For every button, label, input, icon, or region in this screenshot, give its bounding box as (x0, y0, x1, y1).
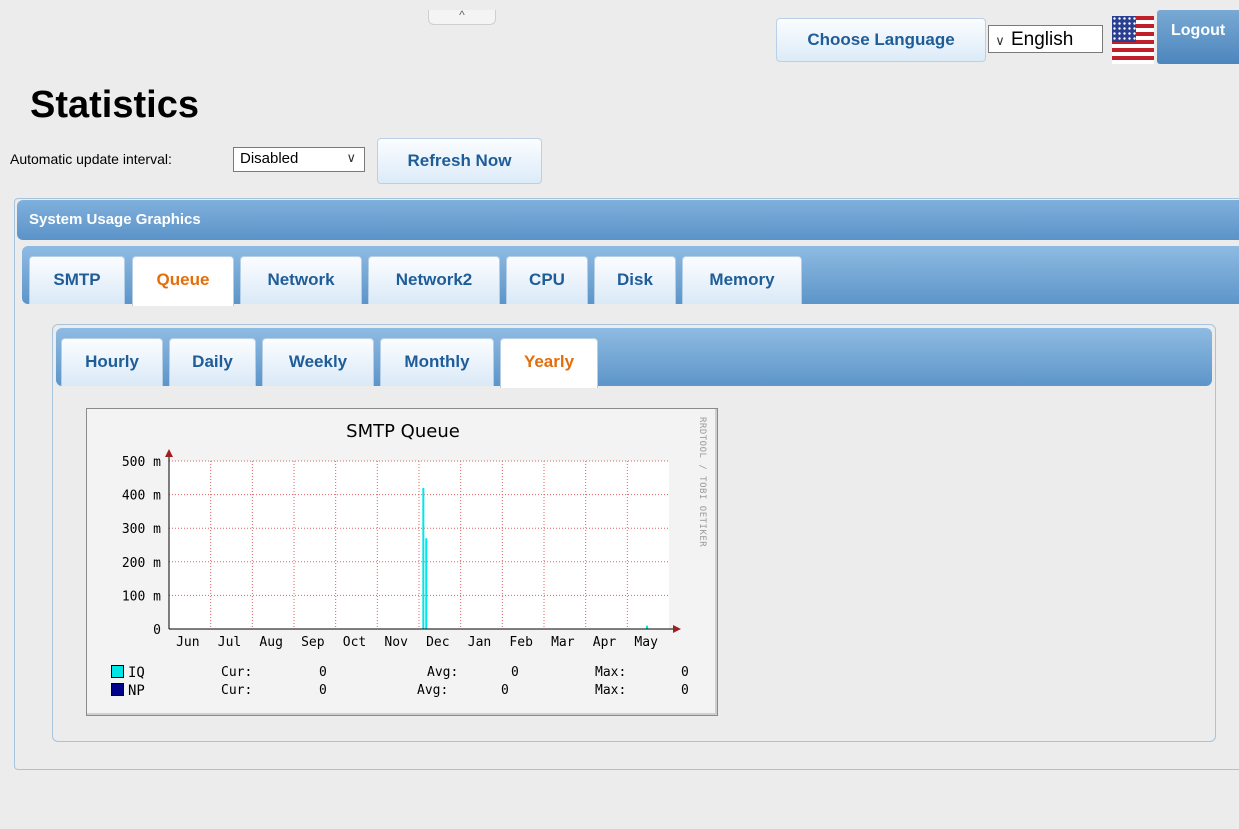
y-tick-label: 0 (153, 623, 161, 638)
category-tabbar: SMTP Queue Network Network2 CPU Disk Mem… (22, 246, 1239, 306)
legend-max-value: 0 (681, 683, 689, 698)
tab-weekly[interactable]: Weekly (262, 338, 374, 386)
interval-label: Automatic update interval: (10, 151, 172, 167)
x-tick-label: May (634, 635, 658, 650)
refresh-now-button[interactable]: Refresh Now (377, 138, 542, 184)
data-bar (422, 487, 425, 629)
tab-daily[interactable]: Daily (169, 338, 256, 386)
collapse-toggle[interactable]: ^ (428, 8, 496, 25)
x-tick-label: Feb (509, 635, 533, 650)
logout-button[interactable]: Logout (1157, 10, 1239, 64)
y-tick-label: 300 m (122, 522, 161, 537)
choose-language-button[interactable]: Choose Language (776, 18, 986, 62)
x-tick-label: Nov (384, 635, 408, 650)
x-tick-label: Aug (259, 635, 282, 650)
smtp-queue-graph: SMTP Queue RRDTOOL / TOBI OETIKER 0 100 m… (86, 408, 718, 716)
interval-selected-value: Disabled (240, 150, 299, 167)
y-tick-label: 100 m (122, 589, 161, 604)
legend-row-np: NP (111, 683, 145, 699)
tab-cpu[interactable]: CPU (506, 256, 588, 304)
legend-cur-value: 0 (319, 665, 327, 680)
legend-name: NP (128, 683, 145, 699)
tab-network[interactable]: Network (240, 256, 362, 304)
iq-swatch (111, 665, 124, 678)
us-flag-icon (1112, 16, 1154, 64)
y-axis-arrow (165, 449, 173, 457)
x-axis-arrow (673, 625, 681, 633)
chevron-down-icon: ∨ (995, 33, 1005, 48)
chevron-up-icon: ^ (459, 8, 465, 22)
x-tick-label: Oct (343, 635, 366, 650)
legend-cur-label: Cur: (221, 665, 253, 680)
legend-cur-label: Cur: (221, 683, 253, 698)
x-tick-label: Mar (551, 635, 575, 650)
tab-queue[interactable]: Queue (132, 256, 234, 306)
legend-max-value: 0 (681, 665, 689, 680)
legend-max-label: Max: (595, 665, 627, 680)
legend-row-iq: IQ (111, 665, 145, 681)
legend-cur-value: 0 (319, 683, 327, 698)
x-tick-label: Jun (176, 635, 199, 650)
x-tick-label: Dec (426, 635, 449, 650)
legend-name: IQ (128, 665, 145, 681)
update-interval-select[interactable]: Disabled ∨ (233, 147, 365, 172)
y-tick-label: 400 m (122, 489, 161, 504)
language-selected-value: English (1011, 29, 1074, 50)
data-bar (425, 538, 428, 629)
legend-avg-value: 0 (511, 665, 519, 680)
tab-hourly[interactable]: Hourly (61, 338, 163, 386)
legend-avg-value: 0 (501, 683, 509, 698)
panel-header: System Usage Graphics (17, 200, 1239, 240)
language-select[interactable]: ∨ English (988, 25, 1103, 53)
tab-disk[interactable]: Disk (594, 256, 676, 304)
x-tick-label: Jul (218, 635, 241, 650)
period-tabbar: Hourly Daily Weekly Monthly Yearly (56, 328, 1212, 388)
x-tick-label: Apr (593, 635, 617, 650)
tab-network2[interactable]: Network2 (368, 256, 500, 304)
tab-yearly[interactable]: Yearly (500, 338, 598, 388)
y-tick-label: 500 m (122, 455, 161, 470)
chevron-down-icon: ∨ (346, 150, 356, 165)
legend-max-label: Max: (595, 683, 627, 698)
x-tick-label: Jan (468, 635, 491, 650)
tab-memory[interactable]: Memory (682, 256, 802, 304)
data-bar (646, 625, 649, 629)
np-swatch (111, 683, 124, 696)
legend-avg-label: Avg: (417, 683, 449, 698)
x-tick-label: Sep (301, 635, 325, 650)
tab-monthly[interactable]: Monthly (380, 338, 494, 386)
legend-avg-label: Avg: (427, 665, 459, 680)
y-tick-label: 200 m (122, 556, 161, 571)
page-title: Statistics (30, 84, 199, 126)
tab-smtp[interactable]: SMTP (29, 256, 125, 304)
